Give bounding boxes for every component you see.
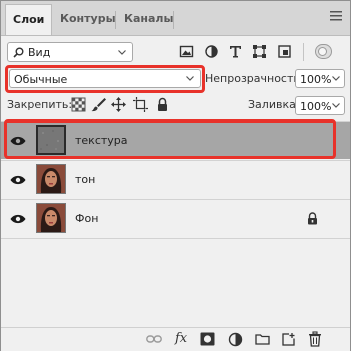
layer-name: Фон xyxy=(75,212,99,225)
trash-icon[interactable] xyxy=(308,331,322,347)
search-icon xyxy=(13,47,24,58)
toggle-knob xyxy=(318,47,327,56)
layer-row-background[interactable]: Фон xyxy=(1,199,350,237)
tab-bar: Слои Контуры Каналы xyxy=(1,1,350,36)
adjustment-layer-icon[interactable] xyxy=(228,332,243,347)
tab-paths[interactable]: Контуры xyxy=(53,4,123,35)
brush-icon[interactable] xyxy=(91,97,106,112)
layer-thumbnail-tone xyxy=(36,164,66,194)
artboard-icon[interactable] xyxy=(133,97,148,112)
filter-label: Вид xyxy=(28,46,51,59)
tab-divider xyxy=(115,11,116,29)
opacity-value: 100% xyxy=(300,73,332,86)
layers-list: текстура тон Фон xyxy=(1,119,350,327)
layer-row-tone[interactable]: тон xyxy=(1,160,350,198)
bottom-toolbar: fx xyxy=(1,327,350,351)
chevron-down-icon xyxy=(332,76,340,81)
lock-icon[interactable] xyxy=(307,212,318,225)
blend-mode-highlight xyxy=(5,65,205,93)
opacity-input[interactable]: 100% xyxy=(295,69,345,88)
portrait-thumbnail-icon xyxy=(37,165,65,193)
fill-value: 100% xyxy=(300,100,332,113)
move-icon[interactable] xyxy=(111,97,126,112)
divider xyxy=(303,43,304,61)
tab-layers[interactable]: Слои xyxy=(5,4,53,35)
portrait-thumbnail-icon xyxy=(37,204,65,232)
lock-icon[interactable] xyxy=(155,97,170,112)
layer-filter-select[interactable]: Вид xyxy=(7,42,133,62)
add-mask-icon[interactable] xyxy=(200,332,215,346)
opacity-label: Непрозрачность: xyxy=(205,72,304,85)
layers-panel: Слои Контуры Каналы Вид Обычные Непрозра… xyxy=(0,0,351,351)
lock-transparency-icon[interactable] xyxy=(71,97,86,112)
new-layer-icon[interactable] xyxy=(282,332,296,346)
chevron-down-icon xyxy=(332,103,340,108)
lock-label: Закрепить: xyxy=(7,98,73,111)
filter-toggle[interactable] xyxy=(315,44,332,59)
link-layers-icon[interactable] xyxy=(146,333,162,345)
adjustment-filter-icon[interactable] xyxy=(204,44,219,59)
folder-icon[interactable] xyxy=(255,333,270,345)
visibility-eye-icon[interactable] xyxy=(10,175,26,185)
layer-name: тон xyxy=(75,173,96,186)
fill-label: Заливка: xyxy=(248,98,300,111)
chevron-down-icon xyxy=(118,50,126,55)
visibility-eye-icon[interactable] xyxy=(10,214,26,224)
tab-divider xyxy=(173,11,174,29)
layer-thumbnail-background xyxy=(36,203,66,233)
selected-layer-highlight xyxy=(4,119,336,159)
shape-filter-icon[interactable] xyxy=(252,44,267,59)
divider xyxy=(1,238,350,239)
fill-input[interactable]: 100% xyxy=(295,96,345,115)
panel-menu-icon[interactable] xyxy=(330,10,342,22)
smart-object-filter-icon[interactable] xyxy=(277,44,292,59)
tab-channels[interactable]: Каналы xyxy=(117,4,180,35)
type-filter-icon[interactable] xyxy=(228,44,243,59)
fx-icon[interactable]: fx xyxy=(175,331,187,346)
image-filter-icon[interactable] xyxy=(179,44,194,59)
